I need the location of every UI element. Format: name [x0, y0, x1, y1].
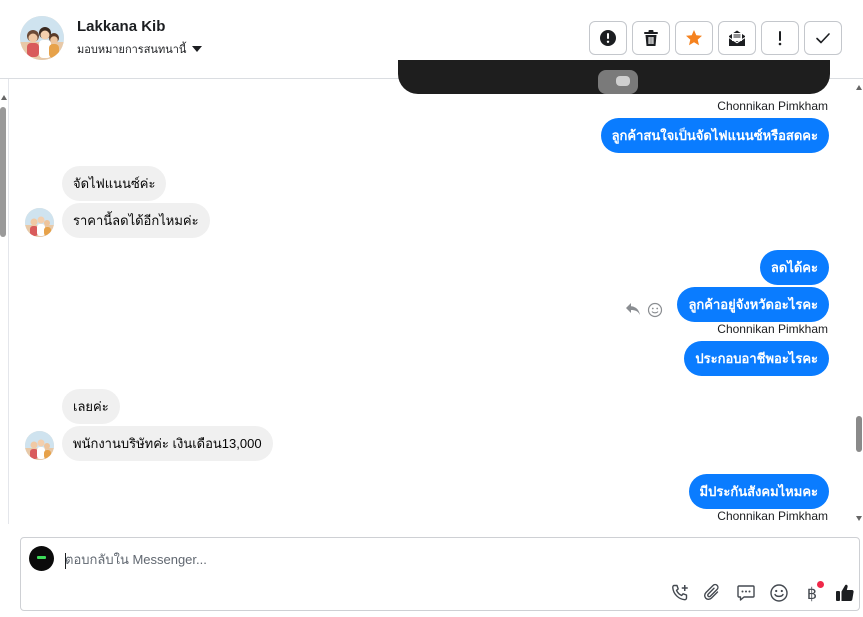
like-icon — [836, 584, 854, 601]
conversation-toolbar — [589, 21, 842, 55]
done-button[interactable] — [804, 21, 842, 55]
contact-avatar-small — [25, 208, 54, 237]
sender-name: Chonnikan Pimkham — [717, 322, 828, 336]
notification-dot — [817, 581, 824, 588]
like-button[interactable] — [833, 581, 857, 605]
exclamation-icon — [778, 31, 782, 46]
scroll-up-arrow-icon[interactable] — [856, 85, 862, 90]
baht-payment-icon: ฿ — [806, 583, 818, 603]
reply-icon[interactable] — [625, 302, 641, 316]
scrollbar-thumb[interactable] — [856, 416, 862, 452]
outgoing-message[interactable]: ลูกค้าอยู่จังหวัดอะไรคะ — [677, 287, 829, 322]
saved-reply-icon — [737, 585, 755, 601]
contact-avatar[interactable] — [20, 16, 64, 60]
scroll-down-arrow-icon[interactable] — [856, 516, 862, 521]
incoming-message[interactable]: เลยค่ะ — [62, 389, 120, 424]
alert-circle-icon — [600, 30, 616, 46]
trash-icon — [644, 30, 658, 46]
incoming-message[interactable]: ราคานี้ลดได้อีกไหมค่ะ — [62, 203, 210, 238]
reply-input[interactable] — [65, 552, 665, 567]
page-avatar — [29, 546, 54, 571]
scrollbar-thumb[interactable] — [0, 107, 6, 237]
mark-unread-button[interactable] — [718, 21, 756, 55]
saved-reply-button[interactable] — [734, 581, 758, 605]
outgoing-message[interactable]: ลดได้คะ — [759, 250, 829, 285]
incoming-message[interactable]: พนักงานบริษัทค่ะ เงินเดือน13,000 — [62, 426, 273, 461]
incoming-message[interactable]: จัดไฟแนนซ์ค่ะ — [62, 166, 167, 201]
chevron-down-icon — [192, 46, 203, 52]
contact-avatar-small — [25, 431, 54, 460]
composer-tools: ฿ — [668, 581, 857, 605]
outgoing-message[interactable]: ลูกค้าสนใจเป็นจัดไฟแนนซ์หรือสดคะ — [600, 118, 829, 153]
messages-scrollbar[interactable] — [855, 79, 863, 524]
message-composer: ฿ — [20, 537, 860, 611]
scroll-up-arrow-icon[interactable] — [1, 95, 7, 100]
star-button[interactable] — [675, 21, 713, 55]
message-image-attachment[interactable] — [398, 60, 830, 94]
call-add-icon — [672, 584, 688, 601]
outgoing-message[interactable]: มีประกันสังคมไหมคะ — [688, 474, 829, 509]
attachment-button[interactable] — [701, 581, 725, 605]
outgoing-message[interactable]: ประกอบอาชีพอะไรคะ — [684, 341, 829, 376]
react-emoji-icon[interactable] — [647, 302, 663, 318]
call-add-button[interactable] — [668, 581, 692, 605]
sender-name: Chonnikan Pimkham — [717, 509, 828, 523]
sender-name: Chonnikan Pimkham — [717, 99, 828, 113]
checkmark-icon — [816, 33, 830, 44]
attachment-icon — [704, 583, 719, 600]
delete-button[interactable] — [632, 21, 670, 55]
star-icon — [686, 30, 702, 46]
follow-up-button[interactable] — [761, 21, 799, 55]
left-panel-scrollbar[interactable] — [0, 79, 9, 524]
page-logo-icon — [37, 556, 46, 559]
assign-conversation-dropdown[interactable]: มอบหมายการสนทนานี้ — [77, 40, 203, 58]
contact-name: Lakkana Kib — [77, 18, 166, 35]
payment-button[interactable]: ฿ — [800, 581, 824, 605]
emoji-button[interactable] — [767, 581, 791, 605]
assign-label: มอบหมายการสนทนานี้ — [77, 44, 187, 56]
emoji-icon — [770, 584, 788, 602]
envelope-open-icon — [729, 30, 745, 46]
image-content — [616, 76, 630, 86]
spam-button[interactable] — [589, 21, 627, 55]
